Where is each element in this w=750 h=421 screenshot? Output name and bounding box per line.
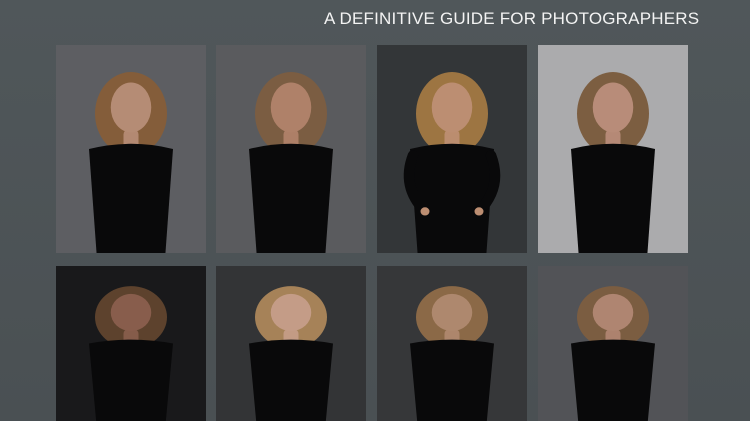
vignette-overlay [216,266,366,421]
vignette-overlay [56,45,206,253]
portrait-image [56,45,206,253]
portrait-image [216,45,366,253]
vignette-overlay [538,45,688,253]
portrait-image [538,45,688,253]
portrait-image [377,266,527,421]
vignette-overlay [377,45,527,253]
portrait-5 [56,266,206,421]
portrait-image [538,266,688,421]
portrait-6 [216,266,366,421]
page-title: A DEFINITIVE GUIDE FOR PHOTOGRAPHERS [324,9,700,28]
vignette-overlay [377,266,527,421]
page: A DEFINITIVE GUIDE FOR PHOTOGRAPHERS [0,0,750,421]
portrait-image [216,266,366,421]
portrait-2 [216,45,366,253]
portrait-image [377,45,527,253]
vignette-overlay [216,45,366,253]
vignette-overlay [538,266,688,421]
portrait-8 [538,266,688,421]
portrait-1 [56,45,206,253]
portrait-4 [538,45,688,253]
portrait-image [56,266,206,421]
vignette-overlay [56,266,206,421]
portrait-3 [377,45,527,253]
portrait-7 [377,266,527,421]
